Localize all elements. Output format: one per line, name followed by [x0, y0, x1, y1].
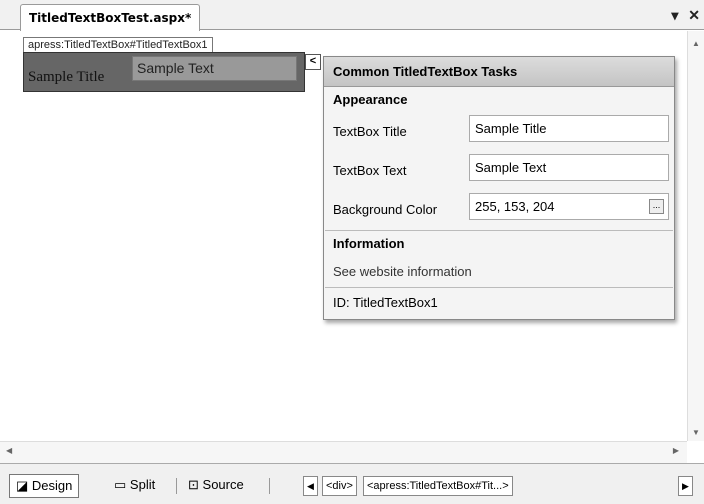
- background-color-row: Background Color 255, 153, 204 ...: [324, 191, 674, 230]
- scroll-down-icon[interactable]: ▼: [692, 428, 700, 437]
- source-view-button[interactable]: ⊡ Source: [182, 474, 250, 498]
- titled-textbox-control[interactable]: Sample Title Sample Text: [23, 52, 305, 92]
- design-view-icon: ◪: [16, 478, 29, 493]
- scroll-left-icon[interactable]: ◀: [6, 446, 12, 455]
- dropdown-icon[interactable]: ▾: [671, 7, 678, 23]
- scroll-up-icon[interactable]: ▲: [692, 39, 700, 48]
- tasks-panel: Common TitledTextBox Tasks Appearance Te…: [323, 56, 675, 320]
- appearance-section-label: Appearance: [333, 92, 408, 107]
- source-view-icon: ⊡: [188, 477, 199, 492]
- split-view-button[interactable]: ▭ Split: [108, 474, 161, 498]
- source-view-label: Source: [202, 477, 244, 492]
- vertical-scrollbar[interactable]: ▲ ▼: [687, 31, 704, 441]
- information-section-label: Information: [333, 236, 405, 251]
- textbox-text-row: TextBox Text Sample Text: [324, 152, 674, 191]
- textbox-title-label: TextBox Title: [333, 124, 407, 139]
- background-color-label: Background Color: [333, 202, 438, 217]
- smart-tag-button[interactable]: <: [305, 54, 321, 70]
- control-id-label: ID: TitledTextBox1: [333, 295, 438, 310]
- divider: [176, 478, 177, 494]
- control-textbox[interactable]: Sample Text: [132, 56, 297, 81]
- split-view-label: Split: [129, 477, 156, 492]
- breadcrumb-div[interactable]: <div>: [322, 476, 357, 496]
- website-info-link[interactable]: See website information: [324, 257, 674, 287]
- window-buttons: ▾ ✕: [665, 7, 700, 24]
- horizontal-scrollbar[interactable]: ◀ ▶: [0, 441, 687, 463]
- background-color-field[interactable]: 255, 153, 204 ...: [469, 193, 669, 220]
- background-color-value: 255, 153, 204: [475, 199, 555, 214]
- view-status-bar: ◪ Design ▭ Split ⊡ Source ◀ <div> <apres…: [0, 463, 704, 504]
- textbox-text-field[interactable]: Sample Text: [469, 154, 669, 181]
- color-picker-button[interactable]: ...: [649, 199, 664, 214]
- document-tab[interactable]: TitledTextBoxTest.aspx*: [20, 4, 201, 31]
- textbox-title-row: TextBox Title Sample Title: [324, 113, 674, 152]
- tasks-panel-title: Common TitledTextBox Tasks: [324, 57, 674, 87]
- divider: [269, 478, 270, 494]
- design-view-button[interactable]: ◪ Design: [9, 474, 80, 498]
- scroll-right-icon[interactable]: ▶: [673, 446, 679, 455]
- design-view-label: Design: [31, 478, 73, 493]
- nav-back-button[interactable]: ◀: [303, 476, 318, 496]
- close-icon[interactable]: ✕: [688, 7, 700, 23]
- textbox-title-field[interactable]: Sample Title: [469, 115, 669, 142]
- split-view-icon: ▭: [114, 477, 127, 492]
- document-tab-bar: TitledTextBoxTest.aspx* ▾ ✕: [0, 0, 704, 31]
- textbox-text-label: TextBox Text: [333, 163, 407, 178]
- nav-forward-button[interactable]: ▶: [678, 476, 693, 496]
- control-title: Sample Title: [28, 69, 105, 85]
- breadcrumb-control[interactable]: <apress:TitledTextBox#Tit...>: [363, 476, 513, 496]
- control-tag-label: apress:TitledTextBox#TitledTextBox1: [23, 37, 213, 52]
